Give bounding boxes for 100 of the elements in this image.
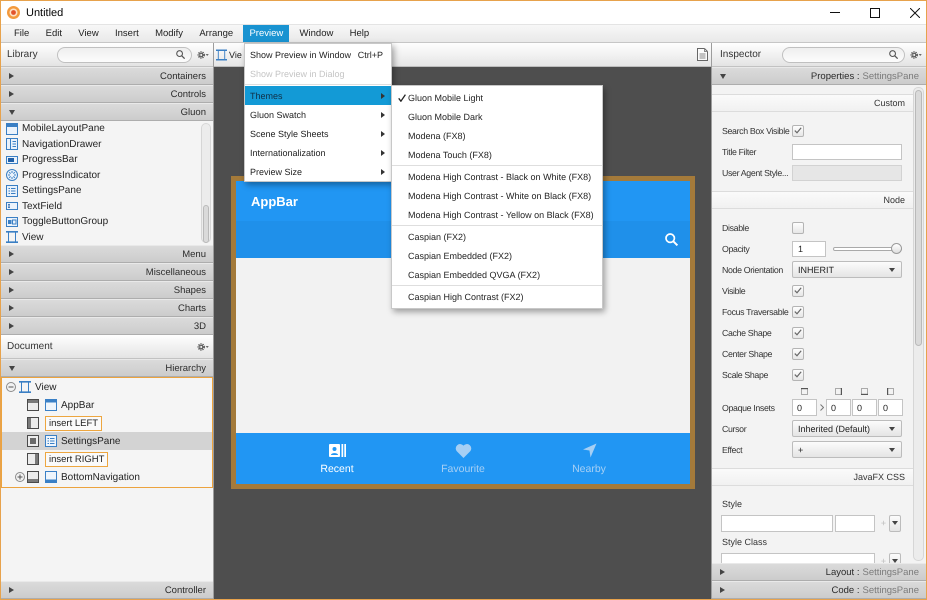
property-label: Title Filter	[722, 146, 758, 156]
library-section-header[interactable]: Charts	[1, 299, 213, 317]
drop-target[interactable]: insert RIGHT	[45, 452, 108, 466]
menu-bar-item[interactable]: Modify	[149, 25, 190, 42]
collapse-icon[interactable]	[6, 382, 16, 392]
search-icon[interactable]	[665, 233, 678, 246]
tree-item[interactable]: AppBar	[2, 396, 212, 414]
menu-item[interactable]: Caspian Embedded QVGA (FX2)	[392, 265, 602, 284]
menu-item[interactable]: Caspian (FX2)	[392, 227, 602, 246]
hierarchy-header[interactable]: Hierarchy	[1, 359, 213, 377]
dropdown[interactable]: INHERIT	[792, 261, 902, 278]
slider-thumb[interactable]	[891, 243, 902, 254]
menu-item[interactable]: Caspian High Contrast (FX2)	[392, 287, 602, 306]
menu-item[interactable]: Show Preview in Window Ctrl+P	[245, 45, 391, 64]
scrollbar-thumb[interactable]	[203, 205, 209, 243]
settings-icon[interactable]	[197, 50, 209, 58]
menu-bar-item[interactable]: Insert	[109, 25, 145, 42]
menu-bar-item[interactable]: View	[72, 25, 105, 42]
menu-item[interactable]: Gluon Mobile Dark	[392, 107, 602, 126]
tree-item[interactable]: View	[2, 378, 212, 396]
checkbox[interactable]	[792, 368, 804, 380]
inset-field[interactable]: 0	[852, 399, 877, 416]
breadcrumb-item[interactable]: Vie	[229, 50, 242, 60]
checkbox[interactable]	[792, 326, 804, 338]
menu-bar-item[interactable]: Help	[344, 25, 376, 42]
component-list-item[interactable]: ProgressBar	[6, 152, 201, 168]
library-section-header[interactable]: Menu	[1, 245, 213, 263]
component-list-item[interactable]: NavigationDrawer	[6, 136, 201, 152]
inset-field[interactable]: 0	[878, 399, 903, 416]
library-section-header[interactable]: Miscellaneous	[1, 263, 213, 281]
library-section-header[interactable]: Shapes	[1, 281, 213, 299]
menu-item[interactable]: Modena High Contrast - Black on White (FX8)	[392, 167, 602, 186]
checkbox[interactable]	[792, 222, 804, 234]
menu-bar-item[interactable]: Window	[294, 25, 340, 42]
checkbox[interactable]	[792, 284, 804, 296]
checkbox[interactable]	[792, 348, 804, 360]
dropdown[interactable]: Inherited (Default)	[792, 420, 902, 437]
settings-icon[interactable]	[197, 342, 209, 350]
inset-field[interactable]: 0	[792, 399, 817, 416]
dropdown-button[interactable]	[889, 514, 901, 532]
inset-field[interactable]: 0	[826, 399, 851, 416]
text-field[interactable]	[792, 144, 902, 160]
scrollbar[interactable]	[201, 123, 211, 243]
settings-icon[interactable]	[910, 50, 922, 58]
menu-item[interactable]: Scene Style Sheets	[245, 124, 391, 143]
component-list-item[interactable]: View	[6, 230, 201, 245]
menu-item[interactable]: Internationalization	[245, 143, 391, 162]
library-section-header[interactable]: Controls	[1, 85, 213, 103]
scrollbar-thumb[interactable]	[915, 90, 922, 346]
dropdown[interactable]: +	[792, 441, 902, 458]
menu-item[interactable]: Modena Touch (FX8)	[392, 145, 602, 164]
component-list-item[interactable]: ToggleButtonGroup	[6, 214, 201, 230]
menu-bar-item[interactable]: File	[8, 25, 36, 42]
section-header: Custom	[712, 94, 913, 112]
scrollbar[interactable]	[913, 87, 924, 561]
component-list-item[interactable]: ProgressIndicator	[6, 168, 201, 183]
menu-item[interactable]: Gluon Mobile Light	[392, 88, 602, 107]
property-label: Effect	[722, 444, 744, 454]
right-side-icon	[835, 388, 842, 394]
menu-item[interactable]: Themes	[245, 86, 391, 105]
close-icon[interactable]	[910, 8, 920, 18]
value-field[interactable]: 1	[792, 240, 826, 256]
menu-item[interactable]: Preview Size	[245, 162, 391, 181]
menu-item[interactable]: Modena High Contrast - White on Black (FX8)	[392, 186, 602, 205]
panel-header[interactable]: Layout : SettingsPane	[712, 563, 926, 581]
menu-bar-item[interactable]: Edit	[40, 25, 68, 42]
library-section-header[interactable]: Gluon	[1, 103, 213, 121]
left-side-icon	[887, 388, 894, 394]
menu-item[interactable]: Caspian Embedded (FX2)	[392, 246, 602, 265]
expand-icon[interactable]	[15, 472, 25, 482]
text-field[interactable]	[835, 514, 875, 532]
menu-item[interactable]: Gluon Swatch	[245, 105, 391, 124]
center-region-icon	[27, 435, 39, 447]
document-icon[interactable]	[697, 48, 708, 61]
slider-track[interactable]	[833, 243, 902, 254]
library-search-field[interactable]	[57, 46, 192, 62]
drop-target[interactable]: insert LEFT	[45, 416, 102, 430]
library-section-header[interactable]: 3D	[1, 317, 213, 335]
component-list-item[interactable]: TextField	[6, 198, 201, 214]
menu-item[interactable]: Modena High Contrast - Yellow on Black (FX8)	[392, 205, 602, 224]
text-field[interactable]	[721, 514, 833, 532]
view-icon	[216, 48, 227, 60]
checkbox[interactable]	[792, 306, 804, 318]
menu-item[interactable]: Modena (FX8)	[392, 126, 602, 145]
tree-item[interactable]: BottomNavigation	[2, 468, 212, 486]
properties-header[interactable]: Properties : SettingsPane	[712, 67, 926, 85]
tree-item[interactable]: insert RIGHT	[2, 450, 212, 468]
component-list-item[interactable]: MobileLayoutPane	[6, 121, 201, 136]
tree-item[interactable]: insert LEFT	[2, 414, 212, 432]
controller-header[interactable]: Controller	[1, 581, 213, 599]
library-section-header[interactable]: Containers	[1, 67, 213, 85]
panel-header[interactable]: Code : SettingsPane	[712, 581, 926, 599]
maximize-icon[interactable]	[870, 8, 880, 18]
component-list-item[interactable]: SettingsPane	[6, 183, 201, 198]
menu-bar-item[interactable]: Arrange	[193, 25, 240, 42]
chevron-right-icon[interactable]	[820, 404, 824, 411]
progress-bar-icon	[6, 154, 18, 166]
inspector-search-field[interactable]	[782, 46, 905, 62]
tree-item[interactable]: SettingsPane	[2, 432, 212, 450]
checkbox[interactable]	[792, 124, 804, 136]
